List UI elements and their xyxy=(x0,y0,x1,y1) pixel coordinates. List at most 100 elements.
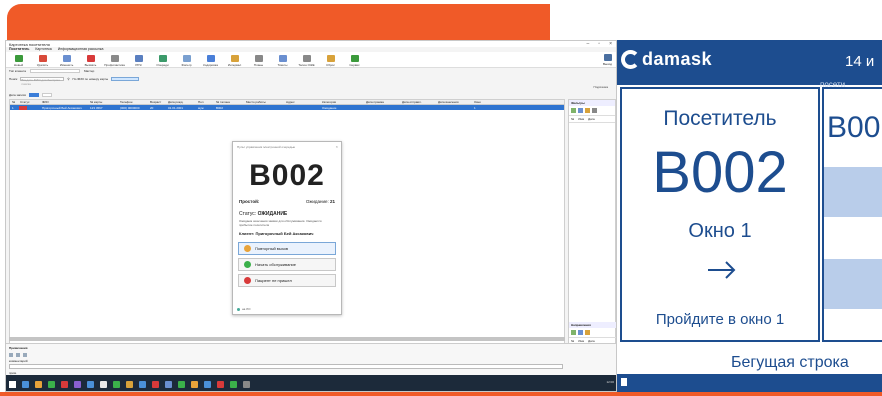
ribbon-button[interactable]: Фильтр xyxy=(176,55,197,67)
bell-icon xyxy=(244,245,251,252)
start-service-button[interactable]: Начать обслуживание xyxy=(238,258,336,271)
filter-field[interactable] xyxy=(29,69,80,73)
notes-tool-icon[interactable] xyxy=(9,353,13,357)
direction-tool-icon[interactable] xyxy=(585,330,590,335)
taskbar-app-icon[interactable] xyxy=(191,380,198,388)
ribbon-button-label: РРЭ xyxy=(135,63,142,67)
column-header[interactable]: Дата внесения xyxy=(436,100,472,104)
taskbar-app-icon[interactable] xyxy=(35,380,42,388)
ribbon-button-icon xyxy=(278,55,287,62)
no-show-button[interactable]: Пациент не пришел xyxy=(238,274,336,287)
dialog-footer: на ЛО xyxy=(237,307,250,311)
taskbar-app-icon[interactable] xyxy=(165,380,172,388)
ribbon-button[interactable]: Кодировка xyxy=(200,55,221,67)
maximize-icon[interactable]: ▫ xyxy=(598,41,600,47)
board-date: 14 и xyxy=(845,53,875,70)
ribbon-button[interactable]: Талон ОЖЕ xyxy=(296,55,317,67)
column-header[interactable]: Адрес xyxy=(284,100,320,104)
column-header[interactable]: Дата приема xyxy=(364,100,400,104)
client-name: Пригорочный Бей Аксакович xyxy=(255,231,314,236)
horizontal-scrollbar[interactable] xyxy=(9,337,565,341)
column-header[interactable]: Окно xyxy=(472,100,492,104)
taskbar-app-icon[interactable] xyxy=(126,380,133,388)
recall-button[interactable]: Повторный вызов xyxy=(238,242,336,255)
taskbar-app-icon[interactable] xyxy=(113,380,120,388)
ribbon-button[interactable]: Сброс xyxy=(320,55,341,67)
search-label: Поиск xyxy=(9,77,18,81)
direction-tool-icon[interactable] xyxy=(578,330,583,335)
taskbar-app-icon[interactable] xyxy=(139,380,146,388)
column-header[interactable]: Категория xyxy=(320,100,364,104)
column-header[interactable]: Дата рожд. xyxy=(166,100,196,104)
taskbar-app-icon[interactable] xyxy=(243,380,250,388)
windows-taskbar: 12:00 xyxy=(6,375,616,391)
column-header[interactable]: № xyxy=(10,100,18,104)
column-header[interactable]: Статус xyxy=(18,100,40,104)
search-icon[interactable]: ⚲ xyxy=(67,77,69,81)
ticker-bar: Бегущая строка xyxy=(617,346,882,372)
taskbar-app-icon[interactable] xyxy=(178,380,185,388)
ribbon-button[interactable]: РРЭ xyxy=(128,55,149,67)
ribbon-button[interactable]: Удалить xyxy=(32,55,53,67)
ribbon-button[interactable]: Сервис xyxy=(344,55,365,67)
ribbon-button[interactable]: Новый xyxy=(8,55,29,67)
search-input[interactable]: Введите ФИО для быстрого поиска xyxy=(20,77,65,86)
filter-tool-icon[interactable] xyxy=(578,108,583,113)
notes-tool-icon[interactable] xyxy=(23,353,27,357)
taskbar-icon xyxy=(621,378,627,386)
call-card: Посетитель B002 Окно 1 Пройдите в окно 1 xyxy=(620,87,820,342)
idle-label: Простой: xyxy=(239,199,260,204)
filter-tool-icon[interactable] xyxy=(585,108,590,113)
taskbar-app-icon[interactable] xyxy=(217,380,224,388)
ribbon-button[interactable]: Изменить xyxy=(56,55,77,67)
taskbar-app-icon[interactable] xyxy=(100,380,107,388)
period-end-field[interactable] xyxy=(42,93,52,97)
column-header[interactable]: Дата отправл. xyxy=(400,100,436,104)
notes-input[interactable] xyxy=(9,364,563,369)
taskbar-app-icon[interactable] xyxy=(230,380,237,388)
column-header[interactable]: Место работы xyxy=(244,100,284,104)
ribbon-button-label: Сервис xyxy=(349,63,360,67)
wait-value: 21 xyxy=(329,199,335,204)
search-hint: По ФИО по номеру карты xyxy=(72,77,109,81)
ribbon-button[interactable]: Интервал xyxy=(224,55,245,67)
column-header[interactable]: Телефон xyxy=(118,100,148,104)
notes-field-label: комментарий xyxy=(9,359,28,363)
minimize-icon[interactable]: – xyxy=(587,41,590,47)
column-header[interactable]: Возраст xyxy=(148,100,166,104)
ribbon-button-icon xyxy=(230,55,239,62)
ribbon-button[interactable]: Профилактика xyxy=(104,55,125,67)
filter-tool-icon[interactable] xyxy=(592,108,597,113)
ribbon-button[interactable]: Планы xyxy=(248,55,269,67)
taskbar-app-icon[interactable] xyxy=(152,380,159,388)
taskbar-clock: 12:00 xyxy=(606,380,614,384)
taskbar-app-icon[interactable] xyxy=(204,380,211,388)
direction-tool-icon[interactable] xyxy=(571,330,576,335)
column-header[interactable]: № карты xyxy=(88,100,118,104)
ribbon-button[interactable]: Тикеты xyxy=(272,55,293,67)
close-icon[interactable]: × xyxy=(336,144,338,149)
taskbar-app-icon[interactable] xyxy=(74,380,81,388)
close-icon[interactable]: × xyxy=(609,41,612,47)
start-service-label: Начать обслуживание xyxy=(255,262,297,267)
taskbar-app-icon[interactable] xyxy=(61,380,68,388)
column-header[interactable]: № талона xyxy=(214,100,244,104)
ribbon-button[interactable]: Очереди xyxy=(152,55,173,67)
ribbon-button[interactable]: Вызвать xyxy=(80,55,101,67)
search-mode-select[interactable] xyxy=(111,77,140,81)
exit-button[interactable]: Выход xyxy=(603,54,612,66)
filter-tool-icon[interactable] xyxy=(571,108,576,113)
notes-title: Примечания xyxy=(9,346,28,350)
notes-tool-icon[interactable] xyxy=(16,353,20,357)
taskbar-app-icon[interactable] xyxy=(87,380,94,388)
help-link[interactable]: Подсказка xyxy=(594,85,608,89)
period-start-field[interactable] xyxy=(29,93,39,97)
taskbar-app-icon[interactable] xyxy=(22,380,29,388)
start-button-icon[interactable] xyxy=(9,380,16,388)
column-header[interactable]: Пол xyxy=(196,100,214,104)
logo-text: damask xyxy=(642,49,713,69)
column-header[interactable]: ФИО xyxy=(40,100,88,104)
table-row[interactable]: 1 Пригорочный Бей Аксакович 123 4567 (000) … xyxy=(10,105,564,110)
taskbar-app-icon[interactable] xyxy=(48,380,55,388)
scrollbar-thumb[interactable] xyxy=(9,337,565,341)
